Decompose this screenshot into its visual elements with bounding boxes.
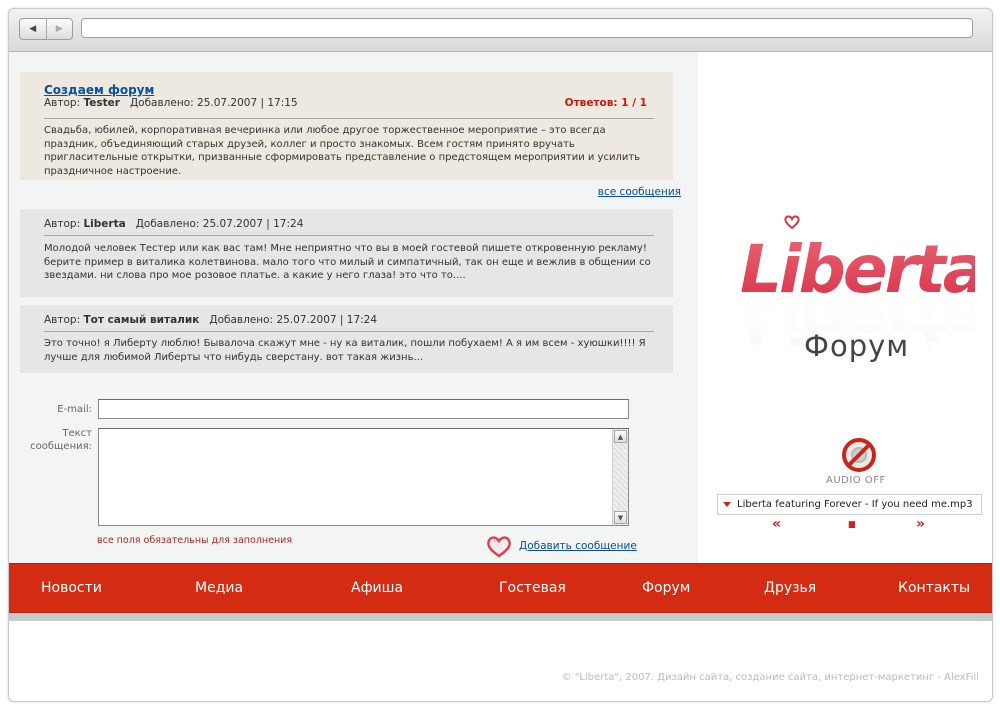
forum-subtitle: Форум (804, 329, 910, 363)
prev-button[interactable]: « (772, 516, 781, 532)
author-label: Автор: (44, 314, 81, 326)
email-field[interactable] (98, 399, 629, 419)
menu-item-friends[interactable]: Друзья (764, 580, 816, 596)
track-name: Liberta featuring Forever - If you need … (737, 499, 973, 510)
menu-item-afisha[interactable]: Афиша (351, 580, 403, 596)
topic-title-link[interactable]: Создаем форум (44, 83, 154, 97)
added-label: Добавлено: (135, 218, 200, 230)
message-textarea[interactable]: ▲ ▼ (98, 428, 629, 526)
post-card: Автор: Liberta Добавлено: 25.07.2007 | 1… (20, 209, 673, 297)
browser-toolbar: ◀ ▶ (9, 9, 992, 52)
menu-item-guestbook[interactable]: Гостевая (499, 580, 566, 596)
email-label: E-mail: (57, 404, 92, 415)
forward-button[interactable]: ▶ (47, 19, 73, 39)
scroll-up-arrow-icon[interactable]: ▲ (614, 430, 627, 443)
post-meta: Автор: Liberta Добавлено: 25.07.2007 | 1… (44, 218, 303, 230)
divider-strip (9, 613, 992, 621)
browser-window: ◀ ▶ Создаем форум Автор: Tester Добавлен… (8, 8, 993, 702)
address-bar[interactable] (81, 18, 973, 38)
author-label: Автор: (44, 97, 81, 109)
scroll-down-arrow-icon[interactable]: ▼ (614, 511, 627, 524)
divider (44, 118, 654, 119)
page-content: Создаем форум Автор: Tester Добавлено: 2… (9, 52, 992, 701)
next-button[interactable]: » (916, 516, 925, 532)
author-label: Автор: (44, 218, 81, 230)
menu-item-contacts[interactable]: Контакты (898, 580, 970, 596)
required-note: все поля обязательны для заполнения (97, 535, 293, 546)
main-menu: Новости Медиа Афиша Гостевая Форум Друзь… (9, 563, 992, 613)
track-select[interactable]: Liberta featuring Forever - If you need … (717, 494, 982, 515)
dropdown-arrow-icon (723, 502, 731, 507)
post-text: Молодой человек Тестер или как вас там! … (44, 243, 651, 281)
pause-button[interactable]: ▮▮ (848, 520, 856, 530)
audio-status: AUDIO OFF (826, 475, 886, 486)
post-text: Это точно! я Либерту люблю! Бывалоча ска… (44, 338, 646, 363)
post-meta: Автор: Тот самый виталик Добавлено: 25.0… (44, 314, 377, 326)
menu-item-forum[interactable]: Форум (642, 580, 690, 596)
topic-author: Tester (83, 97, 120, 109)
nav-buttons: ◀ ▶ (19, 18, 73, 40)
forum-column: Создаем форум Автор: Tester Добавлено: 2… (9, 52, 698, 563)
audio-off-icon[interactable] (841, 437, 877, 473)
topic-card: Создаем форум Автор: Tester Добавлено: 2… (20, 72, 673, 180)
back-button[interactable]: ◀ (20, 19, 47, 39)
post-author: Liberta (83, 218, 126, 230)
post-author: Тот самый виталик (83, 314, 200, 326)
divider (44, 331, 654, 332)
topic-meta: Автор: Tester Добавлено: 25.07.2007 | 17… (44, 97, 298, 109)
added-label: Добавлено: (209, 314, 274, 326)
heart-icon[interactable] (486, 534, 512, 558)
topic-datetime: 25.07.2007 | 17:15 (197, 97, 298, 109)
post-datetime: 25.07.2007 | 17:24 (202, 218, 304, 230)
textarea-scrollbar[interactable]: ▲ ▼ (612, 429, 628, 525)
replies-count: Ответов: 1 / 1 (564, 97, 647, 109)
post-datetime: 25.07.2007 | 17:24 (276, 314, 378, 326)
added-label: Добавлено: (129, 97, 194, 109)
message-label-line1: Текст (62, 428, 92, 439)
menu-item-news[interactable]: Новости (41, 580, 102, 596)
divider (44, 235, 654, 236)
add-message-link[interactable]: Добавить сообщение (519, 540, 637, 552)
brand-column: Liberta Liberta Форум AUDIO OFF Liberta … (698, 52, 992, 563)
footer-copyright: © "Liberta", 2007. Дизайн сайта, создани… (561, 672, 979, 683)
topic-text: Свадьба, юбилей, корпоративная вечеринка… (44, 125, 641, 177)
message-label-line2: сообщения: (30, 441, 92, 452)
post-card: Автор: Тот самый виталик Добавлено: 25.0… (20, 305, 673, 373)
menu-item-media[interactable]: Медиа (195, 580, 243, 596)
all-messages-link[interactable]: все сообщения (598, 186, 681, 198)
